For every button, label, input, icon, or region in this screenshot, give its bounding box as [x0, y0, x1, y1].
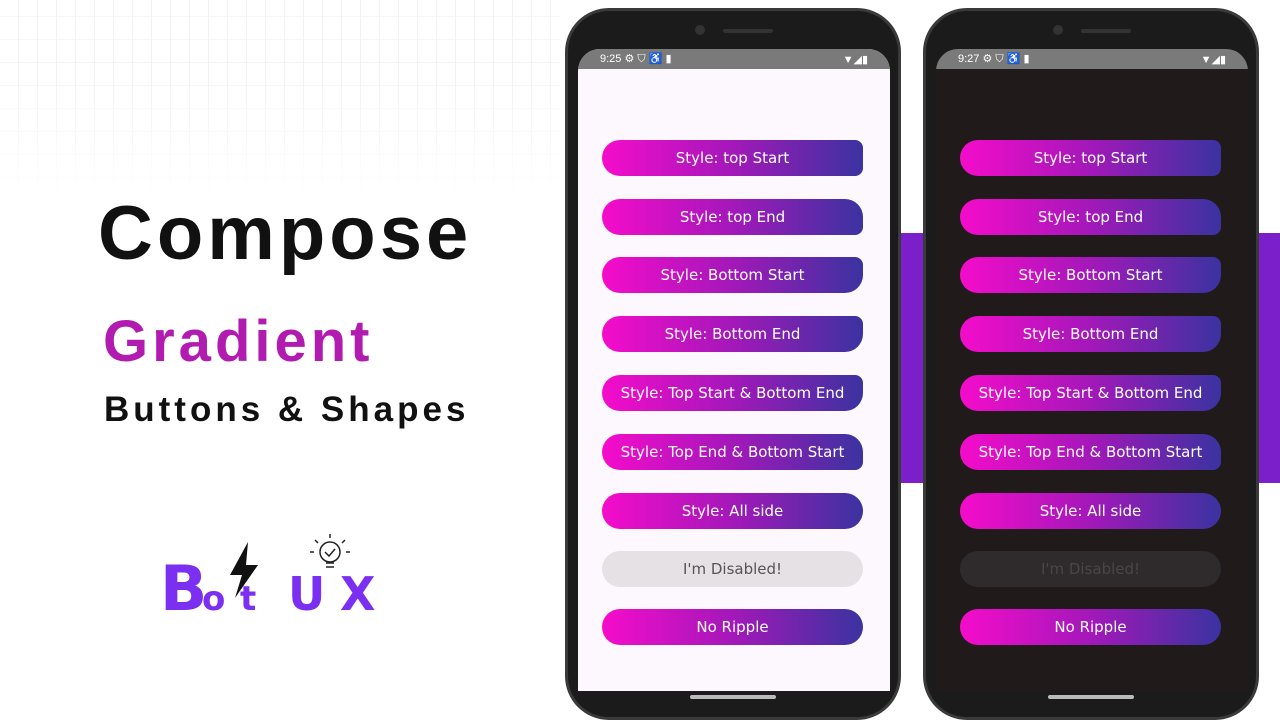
sd-card-icon: ▮ — [1020, 53, 1030, 65]
status-bar: 9:25 ⚙ ⛉ ♿ ▮ ▼◢▮ — [578, 49, 890, 69]
headline-compose: Compose — [98, 191, 473, 276]
gradient-button-8: I'm Disabled! — [960, 551, 1221, 587]
phone-dark: 9:27 ⚙ ⛉ ♿ ▮ ▼◢▮ Style: top Start Style: … — [923, 8, 1259, 720]
status-bar: 9:27 ⚙ ⛉ ♿ ▮ ▼◢▮ — [936, 49, 1248, 69]
svg-text:X: X — [340, 567, 375, 615]
speaker — [1081, 29, 1131, 33]
gradient-button-6[interactable]: Style: Top End & Bottom Start — [602, 434, 863, 470]
headline-subtitle: Buttons & Shapes — [104, 390, 470, 429]
botux-logo: B o t U X — [160, 534, 375, 615]
sd-card-icon: ▮ — [662, 53, 672, 65]
accessibility-icon: ♿ — [1003, 53, 1021, 65]
gradient-button-9[interactable]: No Ripple — [960, 609, 1221, 645]
gradient-button-1[interactable]: Style: top Start — [602, 140, 863, 176]
wifi-icon: ▼ — [842, 53, 854, 66]
battery-icon: ▮ — [861, 53, 868, 66]
gradient-button-4[interactable]: Style: Bottom End — [960, 316, 1221, 352]
signal-icon: ◢ — [853, 53, 862, 66]
battery-icon: ▮ — [1219, 53, 1226, 66]
shield-icon: ⛉ — [992, 53, 1004, 65]
status-time: 9:27 — [958, 53, 980, 65]
gradient-button-3[interactable]: Style: Bottom Start — [960, 257, 1221, 293]
lightbulb-icon — [310, 534, 350, 568]
gradient-button-6[interactable]: Style: Top End & Bottom Start — [960, 434, 1221, 470]
gear-icon: ⚙ — [982, 53, 993, 65]
wifi-icon: ▼ — [1200, 53, 1212, 66]
gradient-button-8: I'm Disabled! — [602, 551, 863, 587]
gradient-button-9[interactable]: No Ripple — [602, 609, 863, 645]
gradient-button-4[interactable]: Style: Bottom End — [602, 316, 863, 352]
svg-text:U: U — [288, 567, 325, 615]
gradient-button-1[interactable]: Style: top Start — [960, 140, 1221, 176]
screen: 9:25 ⚙ ⛉ ♿ ▮ ▼◢▮ Style: top Start Style: … — [578, 49, 890, 691]
phone-light: 9:25 ⚙ ⛉ ♿ ▮ ▼◢▮ Style: top Start Style: … — [565, 8, 901, 720]
gradient-button-2[interactable]: Style: top End — [960, 199, 1221, 235]
status-time: 9:25 — [600, 53, 622, 65]
gradient-button-7[interactable]: Style: All side — [602, 493, 863, 529]
circuit-background — [0, 0, 560, 200]
accessibility-icon: ♿ — [645, 53, 663, 65]
camera — [695, 25, 705, 35]
camera — [1053, 25, 1063, 35]
gradient-button-7[interactable]: Style: All side — [960, 493, 1221, 529]
home-indicator[interactable] — [690, 695, 776, 699]
headline-gradient: Gradient — [103, 309, 374, 374]
svg-text:B: B — [160, 552, 207, 615]
signal-icon: ◢ — [1211, 53, 1220, 66]
home-indicator[interactable] — [1048, 695, 1134, 699]
gradient-button-3[interactable]: Style: Bottom Start — [602, 257, 863, 293]
svg-text:o: o — [202, 579, 225, 615]
screen: 9:27 ⚙ ⛉ ♿ ▮ ▼◢▮ Style: top Start Style: … — [936, 49, 1248, 691]
shield-icon: ⛉ — [634, 53, 646, 65]
gradient-button-5[interactable]: Style: Top Start & Bottom End — [602, 375, 863, 411]
gear-icon: ⚙ — [624, 53, 635, 65]
gradient-button-5[interactable]: Style: Top Start & Bottom End — [960, 375, 1221, 411]
speaker — [723, 29, 773, 33]
gradient-button-2[interactable]: Style: top End — [602, 199, 863, 235]
